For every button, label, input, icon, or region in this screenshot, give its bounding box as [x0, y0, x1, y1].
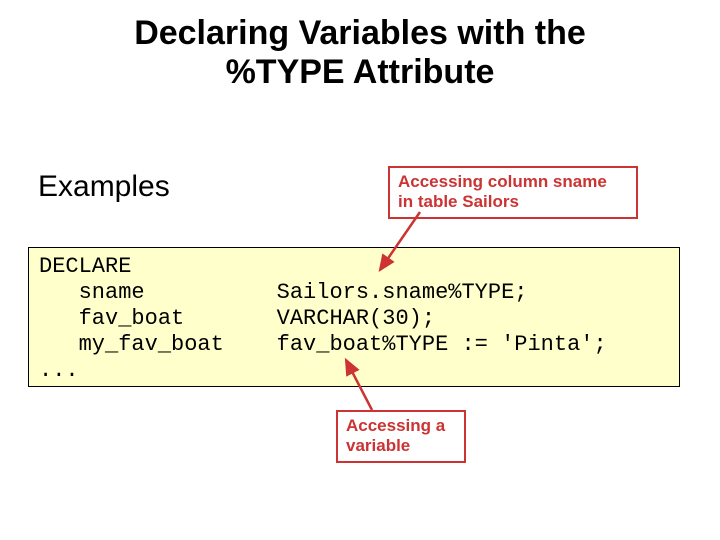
callout-top-line-1: Accessing column sname — [398, 172, 607, 191]
callout-bottom-line-1: Accessing a — [346, 416, 445, 435]
callout-column-sname: Accessing column sname in table Sailors — [388, 166, 638, 219]
code-line-3: fav_boat VARCHAR(30); — [39, 306, 435, 331]
title-line-1: Declaring Variables with the — [134, 14, 586, 52]
callout-bottom-line-2: variable — [346, 436, 410, 455]
code-line-5: ... — [39, 358, 79, 383]
code-block: DECLARE sname Sailors.sname%TYPE; fav_bo… — [28, 247, 680, 387]
code-line-2: sname Sailors.sname%TYPE; — [39, 280, 527, 305]
slide: Declaring Variables with the %TYPE Attri… — [0, 0, 720, 540]
title-line-2: %TYPE Attribute — [226, 53, 495, 91]
code-line-1: DECLARE — [39, 254, 131, 279]
slide-title: Declaring Variables with the %TYPE Attri… — [0, 0, 720, 92]
code-line-4: my_fav_boat fav_boat%TYPE := 'Pinta'; — [39, 332, 607, 357]
callout-variable: Accessing a variable — [336, 410, 466, 463]
examples-heading: Examples — [38, 170, 170, 204]
callout-top-line-2: in table Sailors — [398, 192, 519, 211]
